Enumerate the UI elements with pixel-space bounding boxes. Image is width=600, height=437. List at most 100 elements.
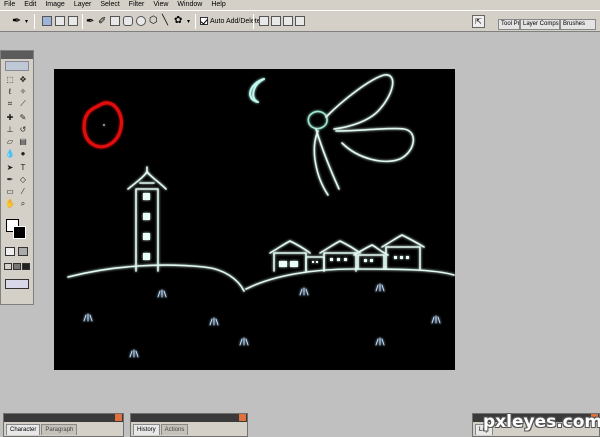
tab-character[interactable]: Character (6, 424, 41, 435)
screen-mode-black-icon[interactable] (22, 263, 30, 270)
tab-actions[interactable]: Actions (160, 424, 189, 435)
path-exclude-button[interactable] (295, 16, 305, 26)
dodge-icon[interactable]: ● (18, 149, 28, 159)
options-bar: ✒ ▾ ✒ ✐ ⬡ ╲ ✿ ▾ Auto Add/Delete ⇱ Tool P… (0, 10, 600, 32)
jump-to-imageready-icon[interactable] (5, 279, 29, 289)
house-window (279, 261, 287, 267)
hand-icon[interactable]: ✋ (5, 199, 15, 209)
palette-titlebar[interactable] (4, 414, 123, 422)
auto-add-delete-checkbox[interactable]: Auto Add/Delete (200, 17, 261, 25)
pen-icon[interactable]: ✒ (86, 16, 94, 27)
history-palette: History Actions (130, 413, 248, 437)
palette-titlebar[interactable] (131, 414, 247, 422)
path-intersect-button[interactable] (283, 16, 293, 26)
eraser-icon[interactable]: ▱ (5, 137, 15, 147)
slice-icon[interactable]: ⟋ (18, 99, 28, 109)
quick-mask-on-icon[interactable] (18, 247, 28, 256)
preset-dropdown-icon[interactable]: ▾ (25, 18, 28, 25)
tower-window (143, 233, 150, 240)
tab-history[interactable]: History (133, 424, 160, 435)
line-icon[interactable]: ╲ (162, 15, 168, 26)
adobe-logo-icon (5, 61, 29, 71)
document-canvas[interactable] (54, 69, 455, 370)
zoom-icon[interactable]: ⌕ (18, 199, 28, 209)
grass-4 (83, 313, 93, 322)
move-icon[interactable]: ✥ (18, 75, 28, 85)
path-add-button[interactable] (259, 16, 269, 26)
notes-icon[interactable]: ▭ (5, 187, 15, 197)
house-5 (381, 234, 425, 270)
history-brush-icon[interactable]: ↺ (18, 125, 28, 135)
house-4 (353, 244, 389, 270)
blur-icon[interactable]: 💧 (5, 149, 15, 159)
dragonfly-left-wing (313, 130, 329, 196)
menu-window[interactable]: Window (177, 0, 202, 10)
menu-image[interactable]: Image (45, 0, 64, 10)
tower-window (143, 253, 150, 260)
menu-filter[interactable]: Filter (129, 0, 145, 10)
tab-brushes[interactable]: Brushes (560, 19, 596, 30)
house-window (337, 258, 340, 261)
checkbox-icon[interactable] (200, 17, 208, 25)
rounded-rectangle-button[interactable] (123, 16, 133, 26)
magic-wand-icon[interactable]: ✧ (18, 87, 28, 97)
grass-9 (239, 337, 249, 346)
paths-button[interactable] (55, 16, 65, 26)
house-window (406, 256, 409, 259)
rectangle-shape-button[interactable] (110, 16, 120, 26)
polygon-icon[interactable]: ⬡ (149, 15, 158, 26)
gradient-icon[interactable]: ▤ (18, 137, 28, 147)
toolbox: ⬚ ✥ ℓ ✧ ⌗ ⟋ ✚ ✎ ⊥ ↺ ▱ ▤ 💧 ● ➤ T ✒ ◇ ▭ ⁄ … (0, 50, 34, 305)
close-icon[interactable] (239, 414, 246, 421)
menu-file[interactable]: File (4, 0, 15, 10)
tab-tool-presets[interactable]: Tool Pr (498, 19, 520, 30)
clone-stamp-icon[interactable]: ⊥ (5, 125, 15, 135)
screen-mode-icon[interactable] (4, 263, 12, 270)
lasso-icon[interactable]: ℓ (5, 87, 15, 97)
close-icon[interactable] (115, 414, 122, 421)
text-icon[interactable]: T (18, 163, 28, 173)
left-hill (67, 264, 245, 292)
pen-tool-preset-icon[interactable]: ✒ (12, 15, 21, 27)
tab-layer-comps[interactable]: Layer Comps (520, 19, 560, 30)
menu-help[interactable]: Help (211, 0, 225, 10)
marquee-icon[interactable]: ⬚ (5, 75, 15, 85)
toolbox-titlebar[interactable] (1, 51, 33, 59)
grass-2 (299, 287, 309, 296)
menu-edit[interactable]: Edit (24, 0, 36, 10)
shape-options-dropdown-icon[interactable]: ▾ (187, 18, 190, 25)
screen-mode-full-icon[interactable] (13, 263, 21, 270)
watermark: pxleyes.com (483, 412, 600, 432)
tab-paragraph[interactable]: Paragraph (41, 424, 78, 435)
palette-well-icon[interactable]: ⇱ (472, 15, 485, 28)
right-hill (245, 268, 455, 290)
custom-shape-icon[interactable]: ✿ (174, 15, 182, 26)
grass-1 (157, 289, 167, 298)
red-sun (82, 101, 124, 149)
fill-pixels-button[interactable] (68, 16, 78, 26)
tower-window (143, 213, 150, 220)
ellipse-button[interactable] (136, 16, 146, 26)
healing-brush-icon[interactable]: ✚ (5, 113, 15, 123)
tower-window (143, 193, 150, 200)
house-window (312, 261, 314, 263)
dragonfly-lower-wing (335, 127, 415, 163)
freeform-pen-icon[interactable]: ✐ (98, 16, 106, 27)
path-subtract-button[interactable] (271, 16, 281, 26)
pen-icon[interactable]: ✒ (5, 175, 15, 185)
canvas-artwork (67, 74, 455, 358)
sun-dot (103, 124, 105, 126)
brush-icon[interactable]: ✎ (18, 113, 28, 123)
crop-icon[interactable]: ⌗ (5, 99, 15, 109)
menu-select[interactable]: Select (100, 0, 119, 10)
menu-layer[interactable]: Layer (74, 0, 92, 10)
path-selection-icon[interactable]: ➤ (5, 163, 15, 173)
dragonfly-head (307, 110, 328, 130)
eyedropper-icon[interactable]: ⁄ (18, 187, 28, 197)
quick-mask-icon[interactable] (5, 247, 15, 256)
character-palette: Character Paragraph (3, 413, 124, 437)
background-color-swatch[interactable] (13, 226, 26, 239)
menu-view[interactable]: View (153, 0, 168, 10)
shape-layers-button[interactable] (42, 16, 52, 26)
shape-icon[interactable]: ◇ (18, 175, 28, 185)
